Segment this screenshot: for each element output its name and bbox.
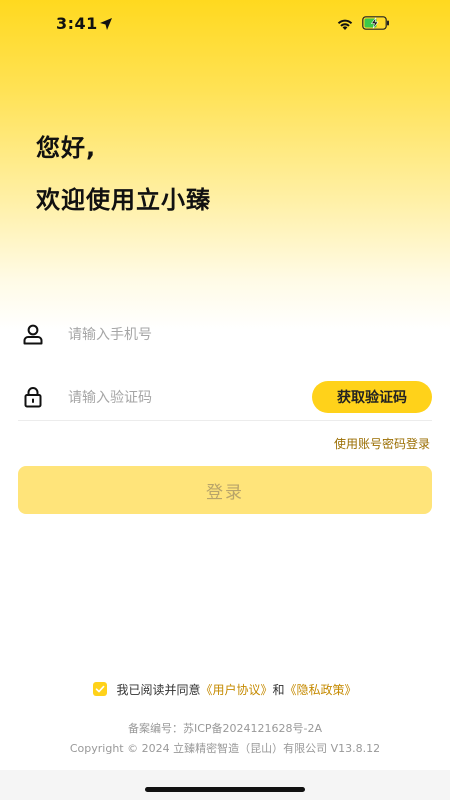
- verification-code-input[interactable]: [66, 384, 300, 412]
- get-code-button[interactable]: 获取验证码: [312, 381, 432, 413]
- icp-record: 备案编号：苏ICP备2024121628号-2A: [127, 722, 323, 735]
- user-agreement-link[interactable]: 《用户协议》: [200, 681, 272, 698]
- copyright-text: Copyright © 2024 立臻精密智造（昆山）有限公司 V13.8.12: [69, 742, 381, 755]
- login-button[interactable]: 登录: [18, 466, 432, 514]
- wifi-icon: [337, 19, 353, 30]
- agreement-row: 我已阅读并同意 《用户协议》 和 《隐私政策》: [0, 680, 450, 698]
- agreement-checkbox[interactable]: [93, 682, 108, 696]
- user-icon: [23, 324, 43, 345]
- greeting-line-1: 您好,: [36, 134, 97, 162]
- agreement-prefix: 我已阅读并同意: [116, 682, 201, 697]
- battery-charging-icon: [362, 16, 389, 30]
- checkmark-icon: [96, 685, 105, 693]
- privacy-policy-link[interactable]: 《隐私政策》: [285, 681, 357, 698]
- home-indicator[interactable]: [145, 787, 305, 792]
- bottom-safe-area: [0, 770, 450, 800]
- location-arrow-icon: [100, 18, 112, 30]
- status-bar: 3:41: [0, 0, 450, 50]
- greeting-line-2: 欢迎使用立小臻: [36, 186, 211, 214]
- agreement-and: 和: [272, 682, 285, 697]
- phone-input[interactable]: [66, 321, 300, 349]
- phone-field-row: [18, 305, 432, 361]
- code-field-row: 获取验证码: [18, 368, 432, 421]
- password-login-link[interactable]: 使用账号密码登录: [334, 435, 430, 452]
- lock-icon: [24, 387, 42, 408]
- login-screen: 3:41 您好, 欢迎使用立小臻 获取验证码: [0, 0, 450, 800]
- status-time: 3:41: [56, 14, 98, 33]
